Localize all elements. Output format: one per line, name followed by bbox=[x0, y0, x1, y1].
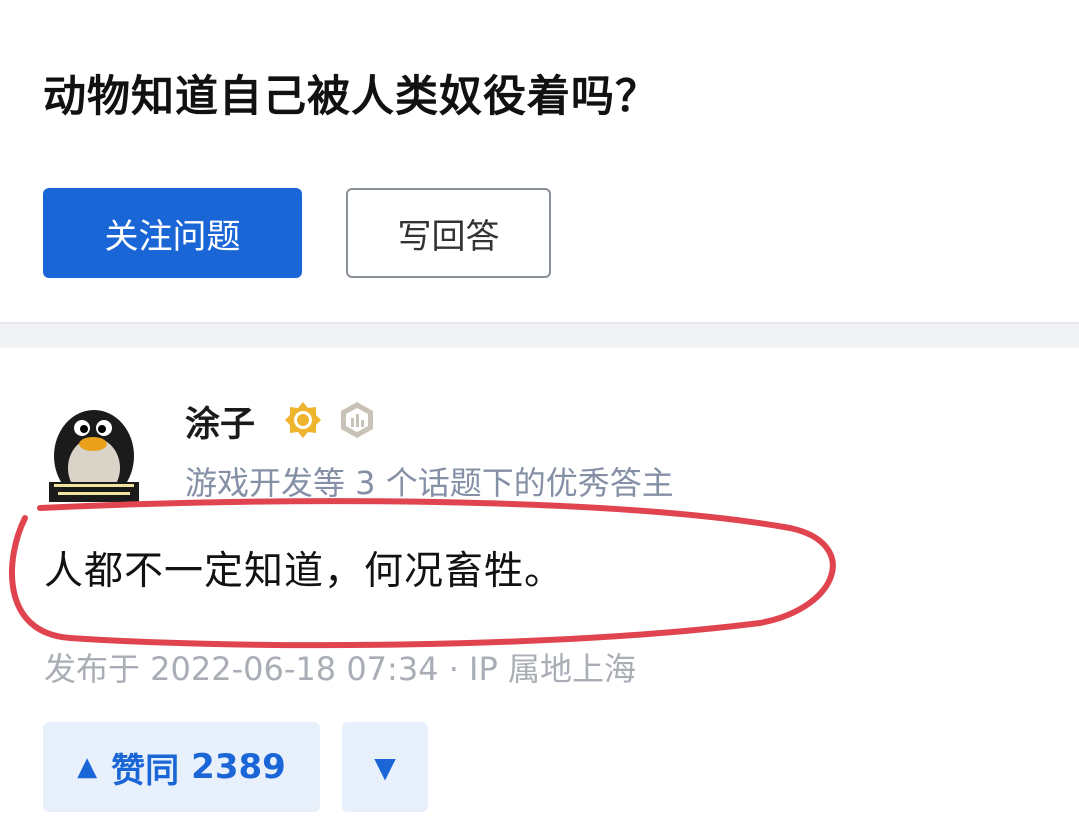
question-card: 动物知道自己被人类奴役着吗？ 关注问题 写回答 bbox=[0, 0, 1079, 322]
penguin-avatar-icon[interactable] bbox=[44, 396, 144, 504]
upvote-count: 2389 bbox=[191, 747, 286, 787]
author-name[interactable]: 涂子 bbox=[185, 396, 255, 447]
upvote-triangle-icon: ▲ bbox=[77, 752, 98, 782]
answer-content[interactable]: 人都不一定知道，何况畜牲。 bbox=[44, 540, 564, 596]
question-title[interactable]: 动物知道自己被人类奴役着吗？ bbox=[43, 62, 659, 124]
section-divider bbox=[0, 322, 1079, 348]
write-answer-button[interactable]: 写回答 bbox=[346, 188, 551, 278]
downvote-triangle-icon: ▼ bbox=[374, 750, 396, 784]
gold-badge-icon bbox=[285, 402, 321, 438]
answer-card: 涂子 游戏开发等 3 个话题下的优秀答主 人都不一定知道，何况畜牲。 发布于 2… bbox=[0, 348, 1079, 828]
gray-badge-icon bbox=[341, 402, 373, 438]
answer-meta: 发布于 2022-06-18 07:34 · IP 属地上海 bbox=[44, 650, 636, 688]
downvote-button[interactable]: ▼ bbox=[342, 722, 428, 812]
upvote-button[interactable]: ▲ 赞同 2389 bbox=[43, 722, 320, 812]
follow-question-button[interactable]: 关注问题 bbox=[43, 188, 302, 278]
upvote-label: 赞同 bbox=[111, 750, 180, 791]
author-description: 游戏开发等 3 个话题下的优秀答主 bbox=[185, 464, 674, 502]
